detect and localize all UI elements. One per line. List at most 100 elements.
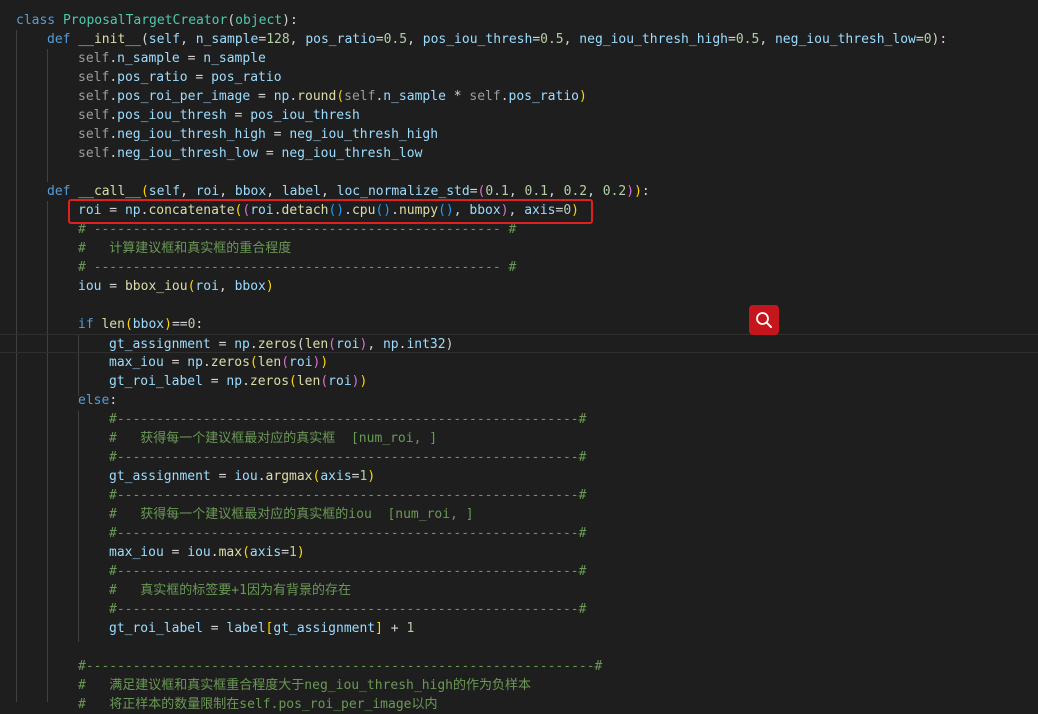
code-token: ( — [124, 317, 133, 332]
code-token: : — [195, 317, 204, 332]
code-line[interactable]: gt_roi_label = np.zeros(len(roi)) — [0, 372, 1038, 391]
code-token: np — [187, 355, 203, 370]
code-line[interactable]: # 获得每一个建议框最对应的真实框 [num_roi, ] — [0, 429, 1038, 448]
code-line[interactable]: # 将正样本的数量限制在self.pos_roi_per_image以内 — [0, 695, 1038, 714]
code-token: = — [265, 127, 290, 142]
code-token: : — [641, 184, 650, 199]
code-token: roi — [328, 374, 352, 389]
code-token: self — [78, 89, 110, 104]
code-token: n_sample — [195, 32, 259, 47]
code-token: n_sample — [203, 51, 266, 66]
code-token: 0.5 — [735, 32, 760, 47]
code-token: zeros — [210, 355, 250, 370]
code-line[interactable]: # 计算建议框和真实框的重合程度 — [0, 239, 1038, 258]
code-token: ( — [336, 89, 345, 104]
code-line[interactable]: # 获得每一个建议框最对应的真实框的iou [num_roi, ] — [0, 505, 1038, 524]
code-token: # --------------------------------------… — [78, 222, 517, 237]
code-token: ) — [265, 279, 274, 294]
code-token: = — [202, 374, 227, 389]
code-line[interactable]: else: — [0, 391, 1038, 410]
code-editor[interactable]: class ProposalTargetCreator(object): def … — [0, 0, 1038, 712]
code-token: , — [367, 337, 383, 352]
code-line[interactable] — [0, 638, 1038, 657]
code-token: zeros — [249, 374, 290, 389]
code-line[interactable]: if len(bbox)==0: — [0, 315, 1038, 334]
code-token: iou — [78, 279, 102, 294]
code-token: , — [320, 184, 337, 199]
code-line[interactable]: # 满足建议框和真实框重合程度大于neg_iou_thresh_high的作为负… — [0, 676, 1038, 695]
code-token: iou — [234, 469, 258, 484]
code-token: int32 — [406, 337, 446, 352]
code-token: 0 — [923, 32, 932, 47]
code-token: 0.1 — [524, 184, 548, 199]
code-token: . — [257, 469, 266, 484]
code-line[interactable]: self.pos_roi_per_image = np.round(self.n… — [0, 87, 1038, 106]
code-token: 0.2 — [563, 184, 588, 199]
code-token: def — [47, 32, 79, 47]
code-line[interactable]: # --------------------------------------… — [0, 258, 1038, 277]
code-line[interactable]: gt_assignment = iou.argmax(axis=1) — [0, 467, 1038, 486]
code-line[interactable]: gt_roi_label = label[gt_assignment] + 1 — [0, 619, 1038, 638]
code-line[interactable]: #---------------------------------------… — [0, 657, 1038, 676]
code-token: = — [469, 184, 478, 199]
code-token: . — [109, 108, 118, 123]
code-token: ) — [359, 374, 368, 389]
code-token: ) — [626, 184, 635, 199]
code-token: , — [407, 32, 423, 47]
code-token: #---------------------------------------… — [109, 564, 587, 579]
code-line[interactable] — [0, 296, 1038, 315]
code-token: self — [78, 70, 110, 85]
code-token: loc_normalize_std — [336, 184, 470, 199]
code-token: = — [258, 146, 282, 161]
code-token: = — [163, 545, 188, 560]
code-token: = — [163, 355, 188, 370]
code-token: , — [563, 32, 580, 47]
code-line[interactable]: gt_assignment = np.zeros(len(roi), np.in… — [0, 334, 1038, 353]
code-line[interactable]: #---------------------------------------… — [0, 448, 1038, 467]
code-line[interactable]: self.n_sample = n_sample — [0, 49, 1038, 68]
code-token: . — [249, 337, 258, 352]
code-line[interactable]: class ProposalTargetCreator(object): — [0, 11, 1038, 30]
code-line[interactable]: #---------------------------------------… — [0, 524, 1038, 543]
code-token: self — [344, 89, 376, 104]
code-line[interactable]: # 真实框的标签要+1因为有背景的存在 — [0, 581, 1038, 600]
code-line[interactable]: self.neg_iou_thresh_low = neg_iou_thresh… — [0, 144, 1038, 163]
code-token: = — [210, 337, 235, 352]
code-token: + — [382, 621, 407, 636]
code-line[interactable]: #---------------------------------------… — [0, 600, 1038, 619]
code-token: max_iou — [109, 355, 164, 370]
code-line[interactable]: def __init__(self, n_sample=128, pos_rat… — [0, 30, 1038, 49]
code-token: = — [915, 32, 924, 47]
code-token: , — [180, 32, 196, 47]
code-line[interactable] — [0, 163, 1038, 182]
code-token: len — [296, 374, 321, 389]
code-token: 128 — [266, 32, 290, 47]
code-token: # 满足建议框和真实框重合程度大于neg_iou_thresh_high的作为负… — [78, 678, 532, 693]
code-token: neg_iou_thresh_high — [579, 32, 729, 47]
code-line[interactable]: #---------------------------------------… — [0, 562, 1038, 581]
code-token: . — [109, 70, 118, 85]
search-button[interactable] — [749, 305, 779, 335]
code-token: 0.1 — [485, 184, 509, 199]
code-token: = — [532, 32, 541, 47]
code-line[interactable]: #---------------------------------------… — [0, 410, 1038, 429]
code-token: gt_roi_label — [109, 374, 203, 389]
code-token: , — [587, 184, 603, 199]
code-token: : — [109, 393, 118, 408]
code-line[interactable]: max_iou = iou.max(axis=1) — [0, 543, 1038, 562]
code-line[interactable]: iou = bbox_iou(roi, bbox) — [0, 277, 1038, 296]
code-token: gt_assignment — [109, 469, 211, 484]
code-token: np — [382, 337, 399, 352]
code-token: ] — [375, 621, 383, 636]
code-token: roi — [289, 355, 313, 370]
code-token: roi — [195, 184, 220, 199]
code-line[interactable]: max_iou = np.zeros(len(roi)) — [0, 353, 1038, 372]
code-token: pos_iou_thresh — [422, 32, 533, 47]
code-line[interactable]: self.pos_iou_thresh = pos_iou_thresh — [0, 106, 1038, 125]
code-line[interactable]: #---------------------------------------… — [0, 486, 1038, 505]
code-line[interactable]: self.pos_ratio = pos_ratio — [0, 68, 1038, 87]
code-token: roi — [336, 337, 360, 352]
code-line[interactable]: self.neg_iou_thresh_high = neg_iou_thres… — [0, 125, 1038, 144]
code-token: label — [226, 621, 266, 636]
code-token: #---------------------------------------… — [109, 450, 587, 465]
